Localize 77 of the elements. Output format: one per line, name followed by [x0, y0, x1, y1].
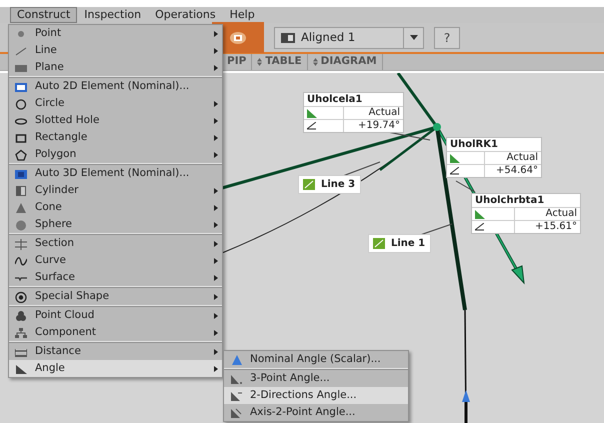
- curve-icon: [15, 254, 27, 266]
- menu-item[interactable]: Polygon: [9, 146, 222, 163]
- angle-icon: [15, 362, 27, 374]
- sphere-icon: [15, 218, 27, 230]
- section-icon: [15, 238, 27, 250]
- menu-item[interactable]: Circle: [9, 95, 222, 112]
- polygon-icon: [15, 148, 27, 160]
- menu-item[interactable]: 3-Point Angle...: [224, 370, 408, 387]
- cone-icon: [15, 202, 27, 214]
- menu-item[interactable]: Angle: [9, 360, 222, 377]
- caret-icon: [410, 35, 418, 40]
- menu-item[interactable]: Auto 2D Element (Nominal)...: [9, 78, 222, 95]
- node: [433, 123, 441, 131]
- cloud-icon: [15, 310, 27, 322]
- menu-item[interactable]: Operations: [148, 7, 223, 23]
- label-title: Uholcela1: [306, 93, 364, 106]
- document-icon: [281, 32, 295, 44]
- menu-item[interactable]: Rectangle: [9, 129, 222, 146]
- sort-icon: [257, 58, 262, 66]
- line-icon: [303, 179, 315, 190]
- angle-value: +54.64°: [494, 165, 539, 177]
- leader-line: [420, 224, 452, 236]
- angle-icon: [230, 390, 242, 402]
- menu-item[interactable]: Slotted Hole: [9, 112, 222, 129]
- menu-item[interactable]: Nominal Angle (Scalar)...: [224, 351, 408, 368]
- menu-item[interactable]: Curve: [9, 252, 222, 269]
- sort-icon: [312, 58, 318, 66]
- angle-value: +19.74°: [356, 120, 401, 132]
- element-icon: [15, 168, 27, 180]
- menu-item[interactable]: Axis-2-Point Angle...: [224, 404, 408, 421]
- menu-item[interactable]: Cone: [9, 199, 222, 216]
- menu-item[interactable]: Special Shape: [9, 288, 222, 305]
- menu-item[interactable]: 2-Directions Angle...: [224, 387, 408, 404]
- menu-item[interactable]: Point: [9, 25, 222, 42]
- view-dropdown[interactable]: Aligned 1: [274, 26, 424, 48]
- angle-icon: [230, 354, 242, 366]
- menu-item[interactable]: Construct: [10, 7, 78, 23]
- column-header: Actual: [544, 208, 578, 220]
- angle-symbol-icon: [475, 223, 484, 231]
- angle-icon: [230, 372, 242, 384]
- menu-item[interactable]: Section: [9, 235, 222, 252]
- leader-line: [456, 180, 476, 192]
- camera-icon: [230, 32, 246, 44]
- component-icon: [15, 326, 27, 338]
- target-icon: [15, 290, 27, 302]
- angle-value: +15.61°: [534, 221, 578, 233]
- line-label: Line 3: [298, 175, 362, 194]
- menu-item[interactable]: Help: [222, 7, 262, 23]
- angle-symbol-icon: [307, 122, 316, 130]
- menu-item[interactable]: Point Cloud: [9, 307, 222, 324]
- menu-item[interactable]: Line: [9, 42, 222, 59]
- label-title: Uholchrbta1: [474, 194, 546, 207]
- line-icon: [373, 238, 385, 249]
- element-icon: [15, 80, 27, 92]
- help-button[interactable]: ?: [434, 26, 460, 48]
- menu-item[interactable]: Cylinder: [9, 182, 222, 199]
- angle-icon: [450, 154, 460, 162]
- circle-icon: [15, 98, 27, 110]
- menu-item[interactable]: Component: [9, 324, 222, 341]
- column-header: Actual: [368, 107, 401, 119]
- menu-item[interactable]: Inspection: [77, 7, 148, 23]
- angle-icon: [475, 210, 485, 218]
- line-label: Line 1: [368, 234, 432, 253]
- label-title: UholRK1: [449, 138, 499, 151]
- line-icon: [15, 44, 27, 56]
- cylinder-icon: [15, 184, 27, 196]
- angle-icon: [307, 108, 317, 118]
- menu-item[interactable]: Surface: [9, 269, 222, 286]
- angle-symbol-icon: [450, 167, 459, 175]
- angle-icon: [230, 406, 242, 418]
- menu-item[interactable]: Sphere: [9, 216, 222, 233]
- menu-item[interactable]: Distance: [9, 343, 222, 360]
- column-header: Actual: [506, 152, 539, 164]
- menu-item[interactable]: Auto 3D Element (Nominal)...: [9, 165, 222, 182]
- arrow: [462, 390, 470, 423]
- menu-item[interactable]: Plane: [9, 59, 222, 76]
- rectangle-icon: [15, 132, 27, 144]
